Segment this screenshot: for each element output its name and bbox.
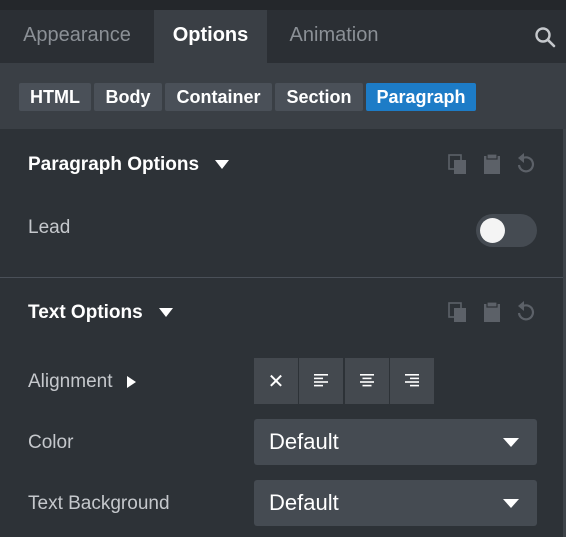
caret-right-icon	[126, 375, 136, 388]
align-center-icon	[360, 374, 374, 387]
breadcrumb-html[interactable]: HTML	[19, 83, 91, 111]
align-center-button[interactable]	[345, 358, 390, 404]
lead-toggle[interactable]	[476, 214, 537, 247]
alignment-label: Alignment	[28, 371, 113, 392]
align-none-button[interactable]: ✕	[254, 358, 299, 404]
toggle-knob	[480, 218, 505, 243]
alignment-row-label[interactable]: Alignment	[28, 371, 136, 393]
paragraph-options-header[interactable]: Paragraph Options	[28, 154, 230, 176]
align-right-icon	[405, 374, 419, 387]
text-options-header[interactable]: Text Options	[28, 302, 173, 324]
tab-animation[interactable]: Animation	[267, 10, 401, 63]
paste-icon[interactable]	[482, 301, 502, 323]
text-background-label: Text Background	[28, 493, 170, 514]
breadcrumb-paragraph[interactable]: Paragraph	[366, 83, 476, 111]
caret-down-icon	[158, 308, 173, 318]
reset-icon[interactable]	[515, 301, 535, 323]
paragraph-options-panel: Paragraph Options Lead	[0, 129, 566, 277]
window-top-bar	[0, 0, 566, 10]
color-label: Color	[28, 432, 74, 453]
close-icon: ✕	[267, 370, 285, 393]
chevron-down-icon	[503, 499, 519, 508]
align-left-icon	[314, 374, 328, 387]
tab-options[interactable]: Options	[154, 10, 267, 63]
copy-icon[interactable]	[448, 302, 468, 324]
breadcrumb-container[interactable]: Container	[165, 83, 272, 111]
paste-icon[interactable]	[482, 153, 502, 175]
reset-icon[interactable]	[515, 153, 535, 175]
tab-appearance[interactable]: Appearance	[0, 10, 154, 63]
tab-bar: Appearance Options Animation	[0, 10, 566, 63]
text-options-title: Text Options	[28, 302, 143, 323]
lead-label: Lead	[28, 217, 71, 238]
chevron-down-icon	[503, 438, 519, 447]
caret-down-icon	[215, 160, 230, 170]
copy-icon[interactable]	[448, 154, 468, 176]
text-background-select[interactable]: Default	[254, 480, 537, 526]
text-background-select-value: Default	[269, 490, 339, 515]
breadcrumb-body[interactable]: Body	[94, 83, 162, 111]
align-left-button[interactable]	[299, 358, 344, 404]
paragraph-options-title: Paragraph Options	[28, 154, 200, 175]
color-select-value: Default	[269, 429, 339, 454]
breadcrumb-section[interactable]: Section	[275, 83, 363, 111]
color-select[interactable]: Default	[254, 419, 537, 465]
search-icon[interactable]	[534, 26, 556, 48]
alignment-button-group: ✕	[254, 358, 435, 404]
breadcrumb: HTML Body Container Section Paragraph	[0, 63, 566, 129]
align-right-button[interactable]	[390, 358, 434, 404]
